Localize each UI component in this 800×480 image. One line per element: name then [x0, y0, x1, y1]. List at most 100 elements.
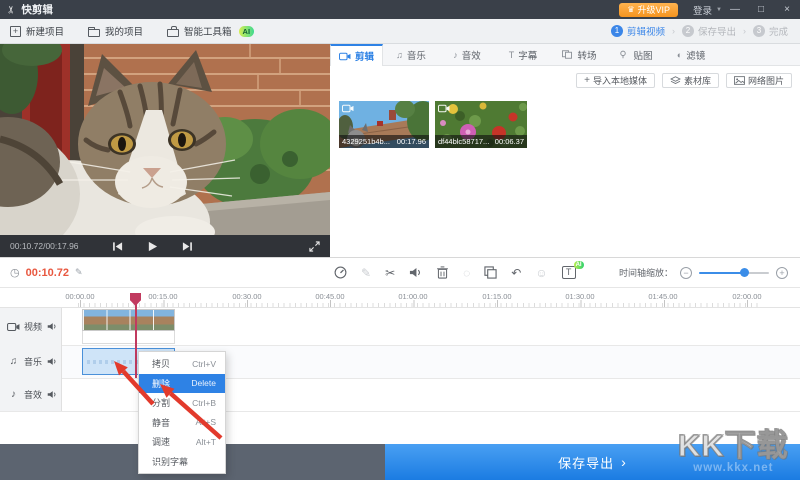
speaker-icon[interactable] — [47, 390, 57, 399]
menu-item-shortcut: Alt+S — [195, 417, 216, 427]
tab-transition-label: 转场 — [577, 48, 596, 62]
current-time: 00:10.72 — [26, 267, 69, 279]
clip-info-bar: 4329251b4b... 00:17.96 — [339, 135, 429, 148]
menu-item-label: 识别字幕 — [152, 455, 188, 468]
fullscreen-icon[interactable] — [309, 241, 320, 252]
upgrade-vip-button[interactable]: ♛ 升级VIP — [619, 3, 678, 17]
track-label-video: 视频 — [0, 308, 62, 345]
step-1-circle: 1 — [611, 25, 623, 37]
edit-time-icon[interactable]: ✎ — [75, 267, 83, 278]
menu-item-delete[interactable]: 删除 Delete — [139, 374, 225, 394]
plus-icon: + — [584, 75, 590, 86]
app-logo-icon: ✂ — [7, 5, 18, 13]
my-projects-label: 我的项目 — [105, 24, 143, 38]
music-note-icon: ♫ — [7, 356, 20, 367]
clip-duration: 00:06.37 — [495, 137, 524, 146]
track-video-label: 视频 — [24, 320, 42, 333]
subtitle-icon: T — [509, 50, 515, 60]
new-project-label: 新建项目 — [26, 24, 64, 38]
tab-sticker[interactable]: 贴图 — [607, 44, 663, 65]
undo-icon[interactable]: ↶ — [511, 266, 521, 280]
playhead-line[interactable] — [135, 294, 137, 378]
recognize-subtitle-icon[interactable]: T AI — [562, 266, 576, 279]
delete-trash-icon[interactable] — [436, 266, 449, 279]
video-track-clip[interactable] — [82, 309, 175, 331]
track-divider — [0, 411, 800, 412]
clip-info-bar: df44blc58717... 00:06.37 — [435, 135, 527, 148]
step-edit-video[interactable]: 1 剪辑视频 — [611, 24, 665, 38]
tab-edit[interactable]: 剪辑 — [330, 44, 383, 66]
step-2-label: 保存导出 — [698, 24, 736, 38]
upgrade-vip-label: 升级VIP — [638, 3, 671, 16]
zoom-out-button[interactable]: − — [680, 267, 692, 279]
clock-icon: ◷ — [10, 266, 20, 279]
copy-icon[interactable] — [484, 266, 497, 279]
timeline-ruler[interactable]: 00:00.00 00:15.00 00:30.00 00:45.00 01:0… — [0, 288, 800, 308]
tab-music[interactable]: ♫ 音乐 — [383, 44, 439, 65]
new-project-button[interactable]: + 新建项目 — [10, 24, 64, 38]
timeline-zoom-slider[interactable] — [699, 272, 769, 274]
close-button[interactable]: × — [774, 4, 800, 15]
preview-timecode: 00:10.72/00:17.96 — [10, 241, 79, 251]
smart-toolbox-button[interactable]: 智能工具箱 AI — [167, 24, 254, 38]
sticker-pin-icon — [617, 50, 629, 59]
edit-pencil-icon[interactable]: ✎ — [361, 266, 371, 280]
tab-subtitle[interactable]: T 字幕 — [495, 44, 551, 65]
split-scissors-icon[interactable]: ✂ — [385, 266, 395, 280]
minimize-button[interactable]: — — [722, 4, 748, 15]
step-separator: › — [743, 26, 746, 36]
step-save-export[interactable]: 2 保存导出 — [682, 24, 736, 38]
login-button[interactable]: 登录 — [693, 3, 712, 17]
step-1-label: 剪辑视频 — [627, 24, 665, 38]
loading-spinner-icon[interactable]: ◌ — [463, 266, 470, 280]
next-frame-button[interactable] — [182, 241, 193, 252]
import-local-media-button[interactable]: + 导入本地媒体 — [576, 73, 655, 88]
save-export-button[interactable]: 保存导出 › — [385, 444, 800, 480]
ai-badge: AI — [239, 26, 255, 37]
new-project-icon: + — [10, 26, 21, 37]
transition-icon — [561, 50, 573, 59]
zoom-in-button[interactable]: + — [776, 267, 788, 279]
tab-subtitle-label: 字幕 — [518, 48, 537, 62]
app-window: ✂ 快剪辑 ♛ 升级VIP 登录 ▼ — □ × + 新建项目 我的项目 智能工… — [0, 0, 800, 480]
video-clip-substrip[interactable] — [82, 331, 175, 344]
menu-item-recognize-subtitle[interactable]: 识别字幕 — [139, 452, 225, 472]
menubar: + 新建项目 我的项目 智能工具箱 AI 1 剪辑视频 › 2 保存导出 › 3 — [0, 19, 800, 44]
clip-filename: df44blc58717... — [438, 137, 489, 146]
menu-item-speed[interactable]: 调速 Alt+T — [139, 432, 225, 452]
media-panel: 剪辑 ♫ 音乐 ♪ 音效 T 字幕 转场 贴图 ◐ — [330, 44, 800, 257]
emoji-smiley-icon[interactable]: ☺ — [535, 266, 547, 280]
media-clip-cat-video[interactable]: 4329251b4b... 00:17.96 — [339, 101, 429, 148]
maximize-button[interactable]: □ — [748, 4, 774, 15]
previous-frame-button[interactable] — [112, 241, 123, 252]
tab-sound-effect[interactable]: ♪ 音效 — [439, 44, 495, 65]
preview-controls: 00:10.72/00:17.96 — [0, 235, 330, 257]
speed-gauge-icon[interactable] — [334, 266, 347, 279]
menu-item-split[interactable]: 分割 Ctrl+B — [139, 393, 225, 413]
menu-item-shortcut: Delete — [191, 378, 216, 388]
speaker-icon[interactable] — [47, 322, 57, 331]
web-image-button[interactable]: 网络图片 — [726, 73, 792, 88]
tab-transition[interactable]: 转场 — [551, 44, 607, 65]
zoom-slider-thumb[interactable] — [740, 268, 749, 277]
speaker-icon[interactable] — [47, 357, 57, 366]
import-local-media-label: 导入本地媒体 — [593, 74, 647, 87]
menu-item-copy[interactable]: 拷贝 Ctrl+V — [139, 354, 225, 374]
video-camera-icon — [7, 322, 20, 332]
my-projects-button[interactable]: 我的项目 — [88, 24, 143, 38]
step-finish[interactable]: 3 完成 — [753, 24, 788, 38]
mute-speaker-icon[interactable] — [409, 266, 422, 279]
video-preview[interactable] — [0, 44, 330, 235]
track-sound-label: 音效 — [24, 388, 42, 401]
step-2-circle: 2 — [682, 25, 694, 37]
play-button[interactable] — [147, 241, 158, 252]
menu-item-label: 拷贝 — [152, 357, 170, 370]
menu-item-label: 调速 — [152, 435, 170, 448]
clip-filename: 4329251b4b... — [342, 137, 390, 146]
toolbox-icon — [167, 29, 179, 37]
material-library-button[interactable]: 素材库 — [662, 73, 719, 88]
timeline-zoom-label: 时间轴缩放： — [619, 266, 673, 279]
menu-item-mute[interactable]: 静音 Alt+S — [139, 413, 225, 433]
media-clip-flower-video[interactable]: df44blc58717... 00:06.37 — [435, 101, 527, 148]
tab-filter[interactable]: ◐ 滤镜 — [663, 44, 719, 65]
